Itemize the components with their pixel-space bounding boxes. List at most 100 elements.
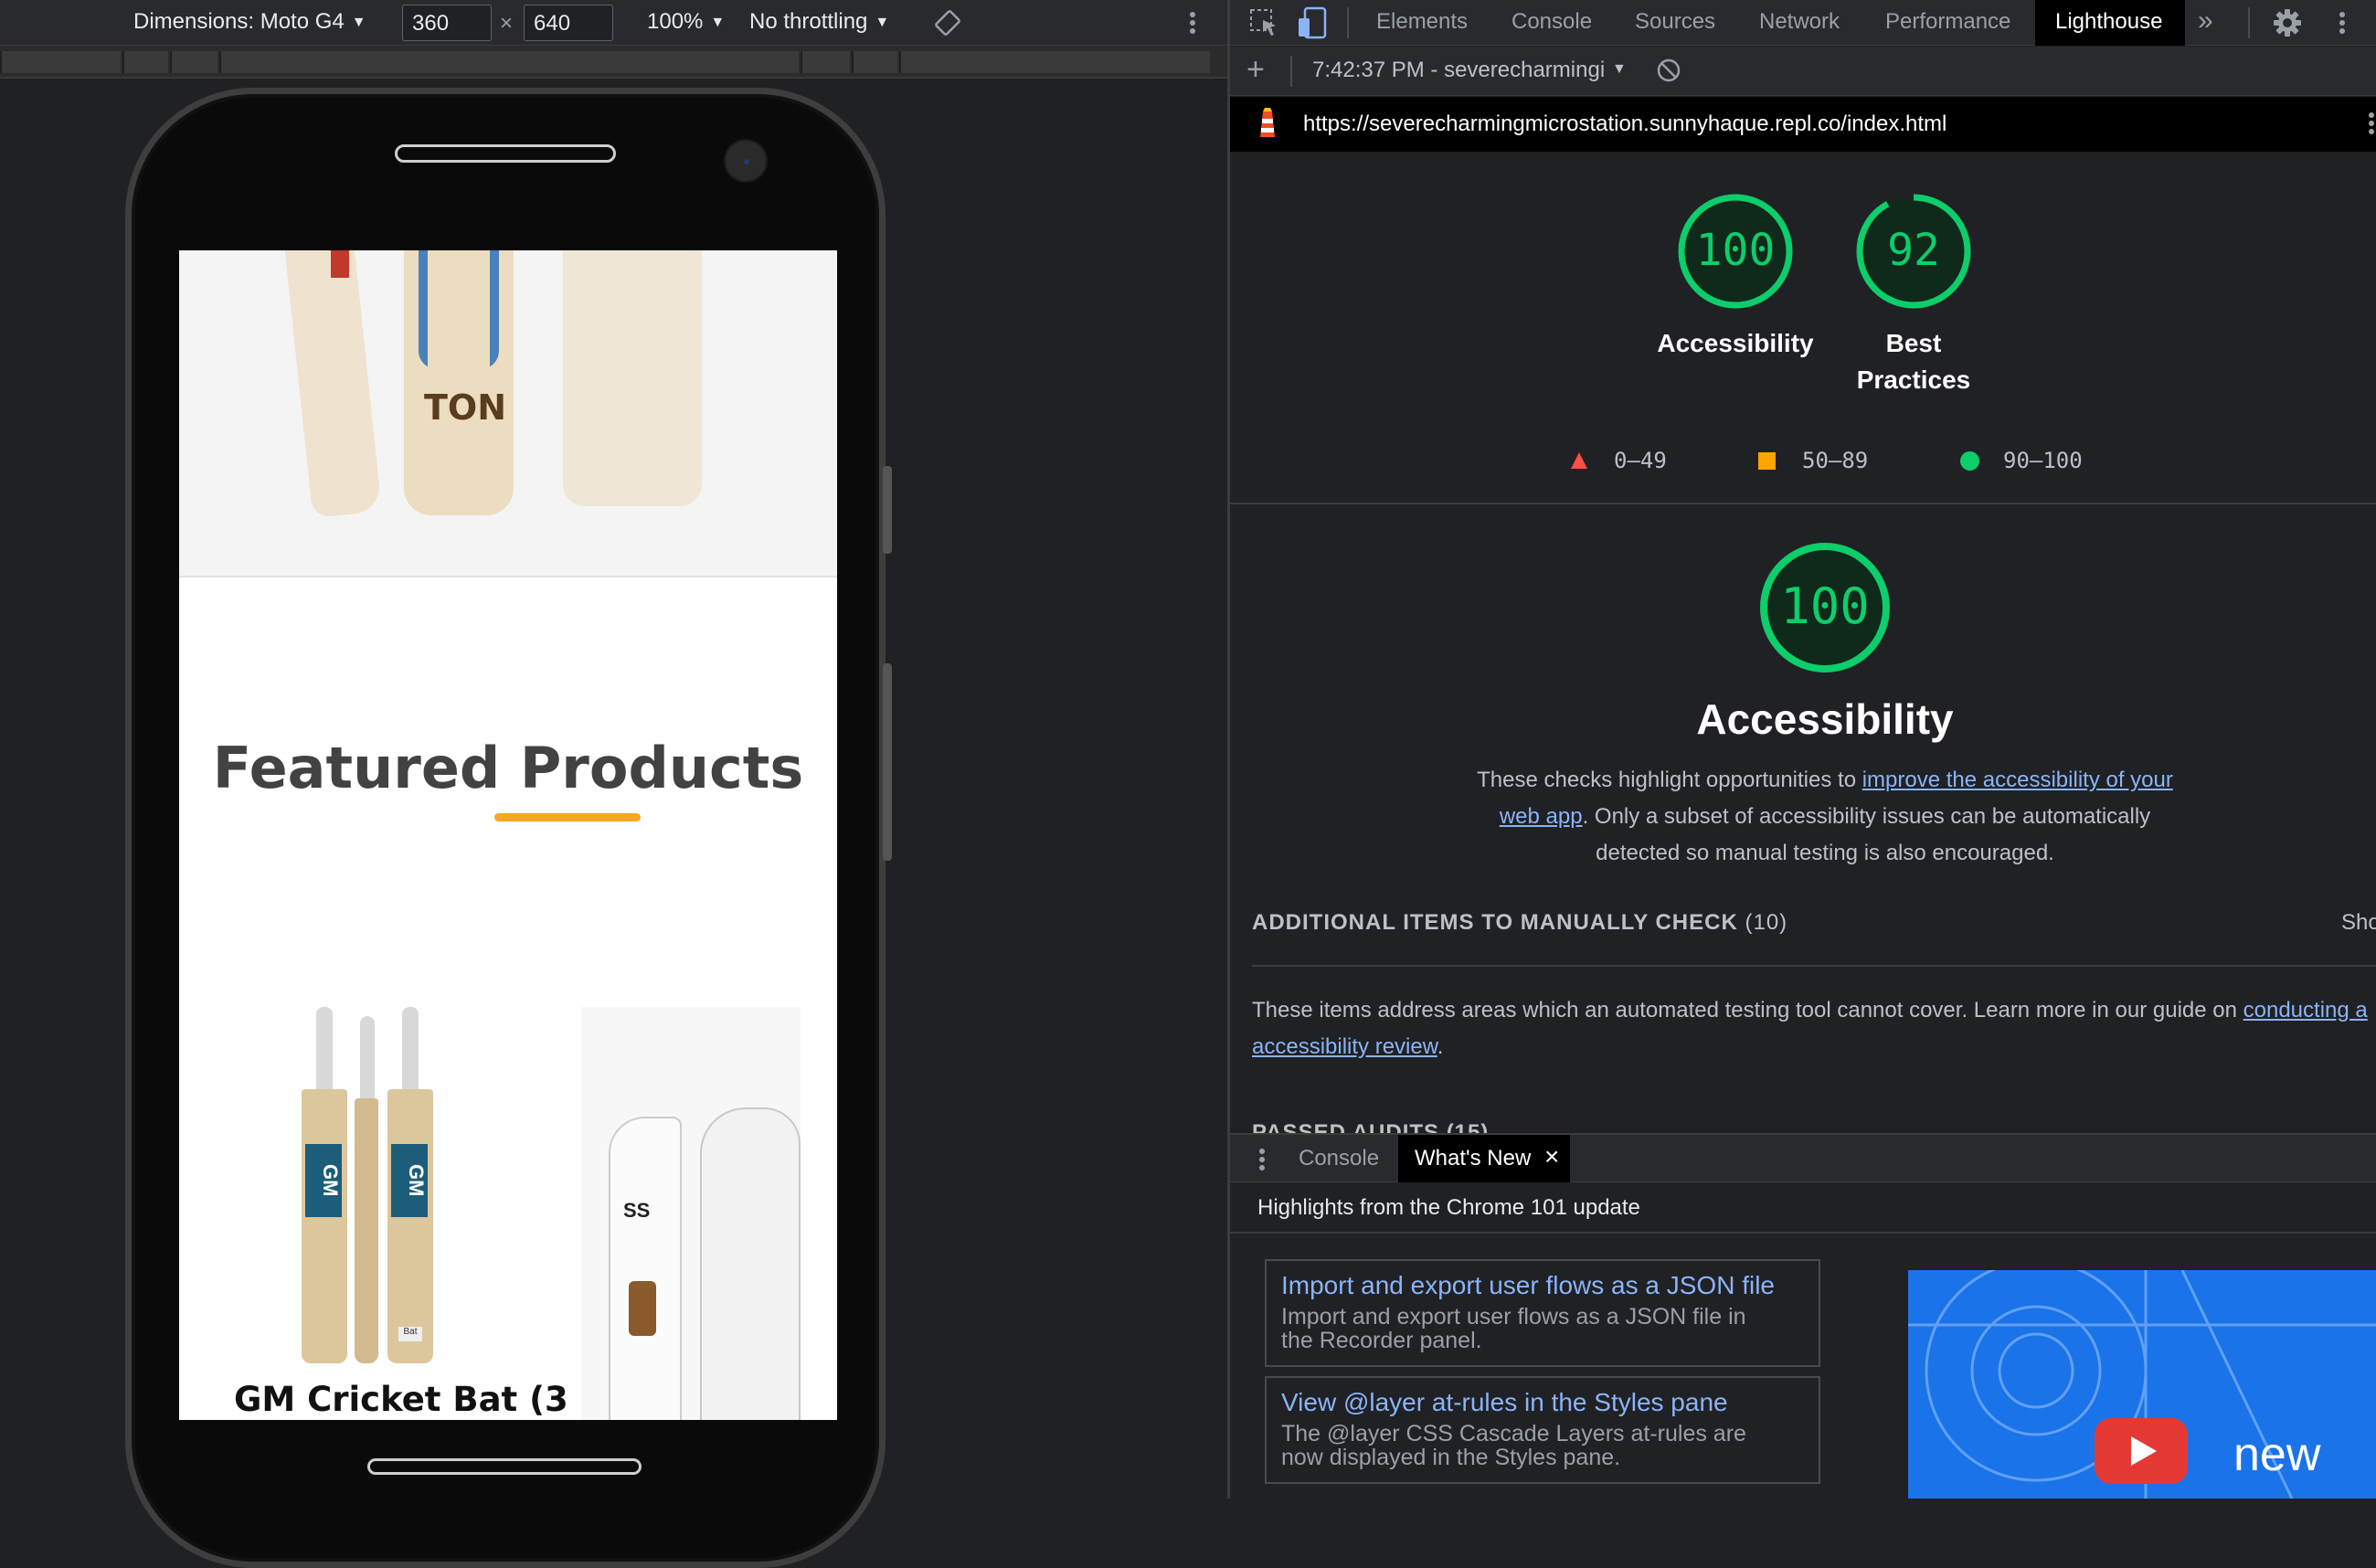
feature-card[interactable]: View @layer at-rules in the Styles pane …	[1265, 1376, 1820, 1484]
product-image-bats[interactable]: GM GM Bat	[289, 1007, 499, 1372]
description-link[interactable]: accessibility review	[1252, 1034, 1437, 1059]
bat-handle	[316, 1007, 333, 1098]
zoom-label: 100%	[647, 9, 704, 34]
description-text: These checks highlight opportunities to	[1477, 768, 1862, 792]
bat-sticker	[331, 250, 349, 278]
device-toolbar-toggle-icon[interactable]	[1296, 5, 1329, 40]
drawer-tabbar: Console What's New ×	[1230, 1133, 2376, 1182]
drawer-tab-console[interactable]: Console	[1299, 1146, 1379, 1171]
ruler-segment[interactable]	[0, 51, 121, 73]
ruler-segment[interactable]	[170, 51, 217, 73]
heading-count: (10)	[1745, 910, 1788, 935]
youtube-play-icon[interactable]	[2095, 1418, 2188, 1484]
ruler-segment[interactable]	[852, 51, 897, 73]
pad-left	[609, 1117, 682, 1420]
ruler-segment[interactable]	[219, 51, 799, 73]
card-description-line: the Recorder panel.	[1281, 1328, 1482, 1353]
bat-blade	[563, 250, 702, 506]
card-description: The @layer CSS Cascade Layers at-rules a…	[1281, 1422, 1804, 1469]
hero-image: TON	[179, 250, 837, 577]
media-query-ruler[interactable]	[0, 46, 1227, 79]
lighthouse-logo-icon	[1254, 108, 1281, 141]
tab-lighthouse-label: Lighthouse	[2055, 9, 2163, 34]
clear-reports-icon[interactable]	[1656, 58, 1681, 83]
phone-home-bar	[367, 1458, 642, 1475]
emulated-page[interactable]: TON Featured Products GM GM Bat SS GM Cr…	[179, 250, 837, 1420]
tab-lighthouse[interactable]: Lighthouse	[2035, 0, 2185, 46]
category-score: 100	[1780, 577, 1870, 635]
score-gauge-best-practices[interactable]: 92	[1854, 192, 1973, 311]
card-title[interactable]: View @layer at-rules in the Styles pane	[1281, 1387, 1804, 1418]
toolbar-separator	[2248, 7, 2250, 38]
legend-range: 0–49	[1614, 448, 1667, 473]
bat-logo: GM	[305, 1144, 342, 1217]
rotate-icon[interactable]	[934, 9, 961, 37]
product-name[interactable]: GM Cricket Bat (3	[234, 1380, 568, 1419]
width-input[interactable]: 360	[402, 5, 492, 41]
description-link[interactable]: conducting a	[2243, 998, 2368, 1022]
times-sign: ×	[500, 11, 514, 36]
new-report-button[interactable]: +	[1246, 52, 1265, 88]
bat-blade	[302, 1089, 347, 1363]
settings-gear-icon[interactable]	[2273, 8, 2302, 37]
more-tabs-icon[interactable]: »	[2198, 5, 2213, 37]
average-square-icon	[1758, 452, 1776, 470]
heading-text: ADDITIONAL ITEMS TO MANUALLY CHECK	[1252, 910, 1738, 935]
gauge-label: Best Practices	[1822, 325, 2005, 398]
manual-check-heading[interactable]: ADDITIONAL ITEMS TO MANUALLY CHECK (10)	[1252, 910, 1787, 936]
tab-performance[interactable]: Performance	[1885, 9, 2010, 35]
drawer-tab-whats-new[interactable]: What's New ×	[1398, 1135, 1570, 1182]
ruler-segment[interactable]	[801, 51, 850, 73]
more-options-icon[interactable]	[1188, 9, 1197, 37]
description-text: detected so manual testing is also encou…	[1596, 841, 2054, 865]
product-image-pads[interactable]: SS	[581, 1007, 801, 1420]
manual-check-description: These items address areas which an autom…	[1252, 992, 2376, 1065]
ruler-segment[interactable]	[122, 51, 168, 73]
chevron-down-icon: ▼	[351, 14, 366, 30]
score-gauge-accessibility[interactable]: 100	[1676, 192, 1795, 311]
tab-network[interactable]: Network	[1759, 9, 1840, 35]
hero-logo: TON	[424, 387, 507, 428]
description-link[interactable]: web app	[1500, 804, 1583, 829]
description-text: . Only a subset of accessibility issues …	[1582, 804, 2151, 829]
report-url[interactable]: https://severecharmingmicrostation.sunny…	[1303, 111, 1946, 137]
section-title: Featured Products	[212, 735, 804, 801]
card-description-line: The @layer CSS Cascade Layers at-rules a…	[1281, 1421, 1746, 1446]
phone-speaker	[395, 144, 616, 163]
section-divider	[1230, 503, 2376, 504]
passed-audits-heading[interactable]: PASSED AUDITS (15)	[1252, 1120, 1489, 1133]
drawer-menu-icon[interactable]	[1257, 1146, 1267, 1173]
report-label: 7:42:37 PM - severecharmingi	[1312, 58, 1605, 82]
chevron-down-icon: ▼	[875, 14, 890, 30]
tab-elements[interactable]: Elements	[1376, 9, 1468, 35]
card-description-line: now displayed in the Styles pane.	[1281, 1445, 1621, 1470]
gauge-score: 92	[1887, 225, 1940, 276]
chevron-down-icon[interactable]: ▼	[1612, 61, 1627, 78]
card-title[interactable]: Import and export user flows as a JSON f…	[1281, 1270, 1804, 1301]
throttling-select[interactable]: No throttling ▼	[749, 9, 889, 35]
highlights-heading: Highlights from the Chrome 101 update	[1257, 1195, 1640, 1220]
inspect-element-icon[interactable]	[1248, 7, 1279, 38]
tab-sources[interactable]: Sources	[1635, 9, 1715, 35]
video-thumbnail[interactable]: new	[1908, 1270, 2376, 1499]
zoom-select[interactable]: 100% ▼	[647, 9, 725, 35]
device-dimensions-select[interactable]: Dimensions: Moto G4 ▼	[133, 9, 366, 35]
pad-strap	[629, 1281, 656, 1336]
toolbar-separator	[1290, 56, 1292, 87]
close-icon[interactable]: ×	[1544, 1142, 1559, 1171]
video-title-text: new	[2233, 1428, 2321, 1481]
show-toggle[interactable]: Sho	[2341, 910, 2376, 936]
tab-console[interactable]: Console	[1512, 9, 1592, 35]
ruler-segment[interactable]	[899, 51, 1210, 73]
report-menu-icon[interactable]	[2367, 110, 2376, 137]
customize-menu-icon[interactable]	[2338, 9, 2347, 37]
report-select[interactable]: 7:42:37 PM - severecharmingi	[1312, 58, 1605, 83]
feature-card[interactable]: Import and export user flows as a JSON f…	[1265, 1259, 1820, 1367]
lighthouse-toolbar: + 7:42:37 PM - severecharmingi ▼	[1230, 47, 2376, 96]
fail-triangle-icon	[1570, 451, 1588, 470]
toolbar-separator	[1347, 7, 1349, 38]
description-link[interactable]: improve the accessibility of your	[1862, 768, 2173, 792]
category-description: These checks highlight opportunities to …	[1395, 762, 2255, 872]
phone-camera	[724, 139, 768, 183]
height-input[interactable]: 640	[524, 5, 613, 41]
